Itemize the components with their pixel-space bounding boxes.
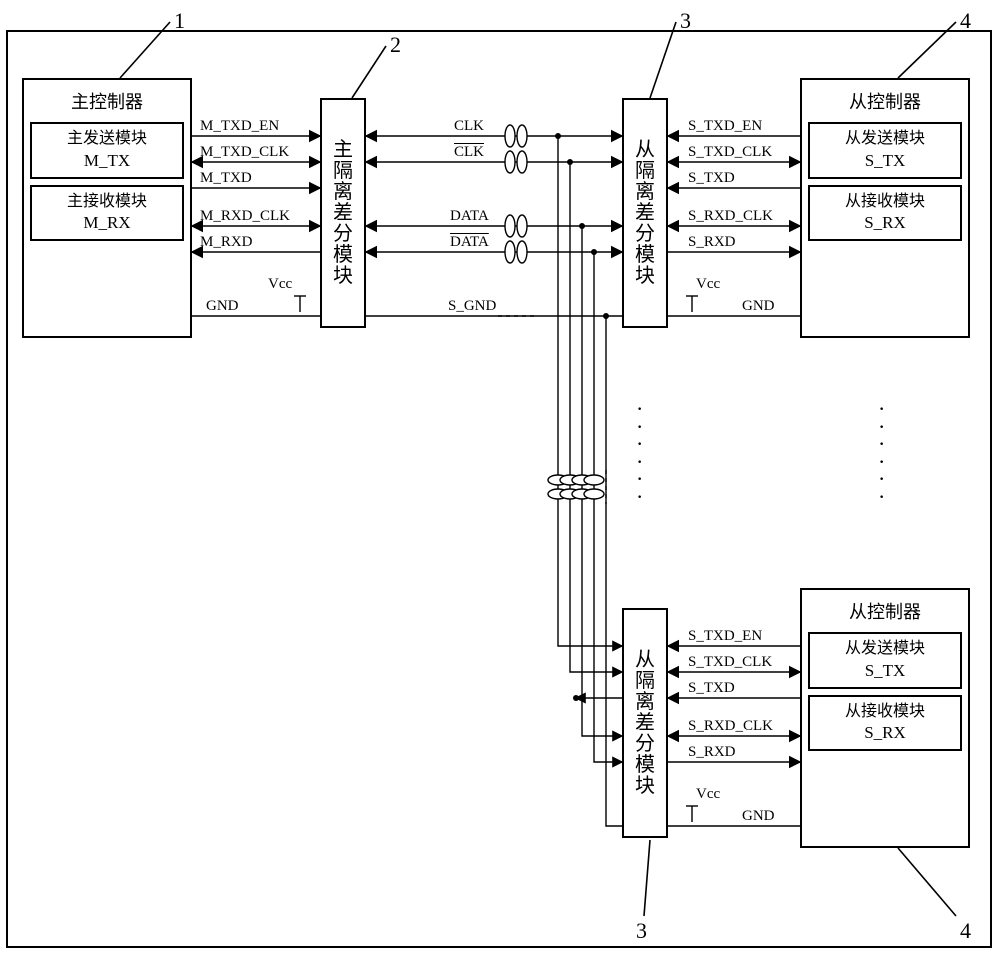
slave-bottom-rx-title: 从接收模块 bbox=[812, 701, 958, 723]
slave-bottom-tx-title: 从发送模块 bbox=[812, 638, 958, 660]
label-data: DATA bbox=[450, 208, 489, 225]
master-rx-module: 主接收模块 M_RX bbox=[30, 185, 184, 242]
slave-top-rx-title: 从接收模块 bbox=[812, 191, 958, 213]
slave-controller-top: 从控制器 从发送模块 S_TX 从接收模块 S_RX bbox=[800, 78, 970, 338]
slave-bottom-tx-code: S_TX bbox=[812, 660, 958, 683]
label-s-txd-b: S_TXD bbox=[688, 680, 735, 697]
iso-master-char4: 分 bbox=[333, 224, 353, 245]
label-m-rxd: M_RXD bbox=[200, 234, 253, 251]
iso-slave-t-char2: 离 bbox=[635, 182, 655, 203]
iso-master-char5: 模 bbox=[333, 245, 353, 266]
iso-slave-b-char6: 块 bbox=[635, 776, 655, 797]
iso-slave-b-char4: 分 bbox=[635, 734, 655, 755]
iso-slave-b-char0: 从 bbox=[635, 650, 655, 671]
label-s-rxd-clk-t: S_RXD_CLK bbox=[688, 208, 773, 225]
iso-slave-t-char0: 从 bbox=[635, 140, 655, 161]
iso-master-char2: 离 bbox=[333, 182, 353, 203]
slave-bottom-rx-code: S_RX bbox=[812, 722, 958, 745]
ellipsis-ctrl: ······ bbox=[878, 400, 885, 506]
master-tx-module: 主发送模块 M_TX bbox=[30, 122, 184, 179]
number-label-4-top: 4 bbox=[960, 8, 971, 34]
slave-top-tx-title: 从发送模块 bbox=[812, 128, 958, 150]
slave-iso-diff-module-bottom: 从 隔 离 差 分 模 块 bbox=[622, 608, 668, 838]
iso-slave-t-char1: 隔 bbox=[635, 161, 655, 182]
number-label-4-bottom: 4 bbox=[960, 918, 971, 944]
number-label-3-top: 3 bbox=[680, 8, 691, 34]
iso-master-char1: 隔 bbox=[333, 161, 353, 182]
label-s-txd-en-b: S_TXD_EN bbox=[688, 628, 762, 645]
label-gnd-st: GND bbox=[742, 298, 775, 315]
slave-top-rx-module: 从接收模块 S_RX bbox=[808, 185, 962, 242]
label-s-txd-en-t: S_TXD_EN bbox=[688, 118, 762, 135]
iso-slave-b-char5: 模 bbox=[635, 755, 655, 776]
iso-master-char0: 主 bbox=[333, 140, 353, 161]
label-vcc-sb: Vcc bbox=[696, 786, 720, 803]
label-s-txd-clk-t: S_TXD_CLK bbox=[688, 144, 772, 161]
label-data-bar: DATA bbox=[450, 234, 489, 251]
master-controller: 主控制器 主发送模块 M_TX 主接收模块 M_RX bbox=[22, 78, 192, 338]
label-vcc-m: Vcc bbox=[268, 276, 292, 293]
iso-slave-t-char6: 块 bbox=[635, 266, 655, 287]
number-label-3-bottom: 3 bbox=[636, 918, 647, 944]
slave-controller-bottom: 从控制器 从发送模块 S_TX 从接收模块 S_RX bbox=[800, 588, 970, 848]
label-gnd-sb: GND bbox=[742, 808, 775, 825]
iso-slave-t-char3: 差 bbox=[635, 203, 655, 224]
slave-bottom-tx-module: 从发送模块 S_TX bbox=[808, 632, 962, 689]
ellipsis-iso: ······ bbox=[636, 400, 643, 506]
label-s-rxd-clk-b: S_RXD_CLK bbox=[688, 718, 773, 735]
iso-slave-t-char4: 分 bbox=[635, 224, 655, 245]
iso-slave-b-char2: 离 bbox=[635, 692, 655, 713]
label-m-txd-en: M_TXD_EN bbox=[200, 118, 279, 135]
label-s-rxd-t: S_RXD bbox=[688, 234, 736, 251]
master-iso-diff-module: 主 隔 离 差 分 模 块 bbox=[320, 98, 366, 328]
label-s-txd-t: S_TXD bbox=[688, 170, 735, 187]
slave-controller-bottom-title: 从控制器 bbox=[808, 598, 962, 624]
slave-iso-diff-module-top: 从 隔 离 差 分 模 块 bbox=[622, 98, 668, 328]
number-label-2: 2 bbox=[390, 32, 401, 58]
slave-top-rx-code: S_RX bbox=[812, 212, 958, 235]
slave-bottom-rx-module: 从接收模块 S_RX bbox=[808, 695, 962, 752]
iso-slave-b-char3: 差 bbox=[635, 713, 655, 734]
iso-slave-t-char5: 模 bbox=[635, 245, 655, 266]
label-m-txd: M_TXD bbox=[200, 170, 252, 187]
label-m-rxd-clk: M_RXD_CLK bbox=[200, 208, 290, 225]
master-rx-code: M_RX bbox=[34, 212, 180, 235]
label-clk-bar: CLK bbox=[454, 144, 484, 161]
label-gnd-m: GND bbox=[206, 298, 239, 315]
label-clk: CLK bbox=[454, 118, 484, 135]
master-tx-code: M_TX bbox=[34, 150, 180, 173]
label-m-txd-clk: M_TXD_CLK bbox=[200, 144, 289, 161]
label-s-gnd: S_GND bbox=[448, 298, 496, 315]
master-rx-title: 主接收模块 bbox=[34, 191, 180, 213]
label-s-rxd-b: S_RXD bbox=[688, 744, 736, 761]
slave-top-tx-code: S_TX bbox=[812, 150, 958, 173]
iso-master-char6: 块 bbox=[333, 266, 353, 287]
master-tx-title: 主发送模块 bbox=[34, 128, 180, 150]
master-controller-title: 主控制器 bbox=[30, 88, 184, 114]
slave-top-tx-module: 从发送模块 S_TX bbox=[808, 122, 962, 179]
slave-controller-top-title: 从控制器 bbox=[808, 88, 962, 114]
label-vcc-st: Vcc bbox=[696, 276, 720, 293]
iso-master-char3: 差 bbox=[333, 203, 353, 224]
iso-slave-b-char1: 隔 bbox=[635, 671, 655, 692]
label-s-txd-clk-b: S_TXD_CLK bbox=[688, 654, 772, 671]
number-label-1: 1 bbox=[174, 8, 185, 34]
